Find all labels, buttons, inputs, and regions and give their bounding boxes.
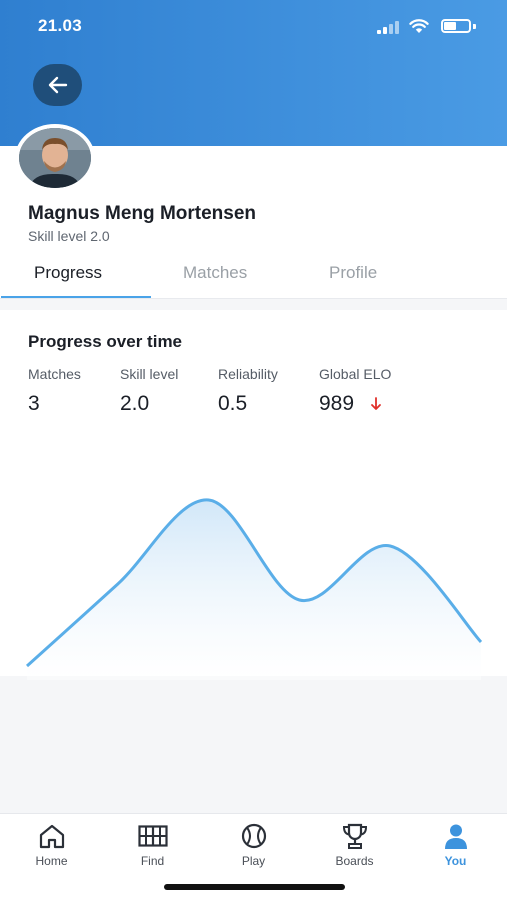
profile-name: Magnus Meng Mortensen (28, 203, 257, 224)
profile-tabs: Progress Matches Profile (0, 255, 507, 299)
battery-icon (441, 19, 471, 33)
battery-tip (473, 24, 476, 29)
home-indicator (164, 884, 345, 890)
tabbar-find[interactable]: Find (102, 814, 203, 884)
tabbar-label-home: Home (35, 854, 68, 868)
tabbar-label-play: Play (241, 854, 266, 868)
tabbar-home[interactable]: Home (1, 814, 102, 884)
status-time: 21.03 (38, 16, 83, 35)
tabbar-you[interactable]: You (405, 814, 506, 884)
court-icon (138, 825, 168, 847)
avatar (15, 124, 95, 192)
stat-value-reliability: 0.5 (218, 392, 248, 415)
stat-label-reliability: Reliability (218, 366, 278, 382)
stat-label-skill-level: Skill level (120, 366, 179, 382)
arrow-down-icon (371, 397, 381, 410)
tab-divider (0, 298, 507, 299)
tab-progress[interactable]: Progress (34, 263, 102, 283)
arrow-left-icon (48, 76, 67, 94)
tabbar-label-you: You (444, 854, 467, 868)
stat-label-global-elo: Global ELO (319, 366, 392, 382)
home-icon (39, 824, 65, 849)
stat-value-skill-level: 2.0 (120, 392, 150, 415)
user-icon (445, 824, 467, 849)
back-button[interactable] (33, 64, 82, 106)
chart-area (27, 499, 481, 680)
ball-icon (241, 823, 267, 849)
tabbar-boards[interactable]: Boards (304, 814, 405, 884)
tabbar-label-find: Find (140, 854, 165, 868)
stat-value-matches: 3 (28, 392, 40, 415)
trophy-icon (342, 823, 368, 849)
avatar-photo (19, 128, 91, 188)
status-bar: 21.03 (0, 0, 507, 52)
stat-value-global-elo: 989 (319, 392, 355, 415)
tab-profile[interactable]: Profile (329, 263, 377, 283)
progress-chart (25, 498, 483, 680)
signal-icon (377, 20, 399, 34)
wifi-icon (409, 19, 429, 33)
tabbar-play[interactable]: Play (203, 814, 304, 884)
tab-matches[interactable]: Matches (183, 263, 247, 283)
status-icons (377, 16, 487, 36)
profile-skill-level: Skill level 2.0 (28, 228, 110, 244)
stat-label-matches: Matches (28, 366, 81, 382)
tabbar-label-boards: Boards (335, 854, 374, 868)
section-title: Progress over time (28, 332, 183, 351)
